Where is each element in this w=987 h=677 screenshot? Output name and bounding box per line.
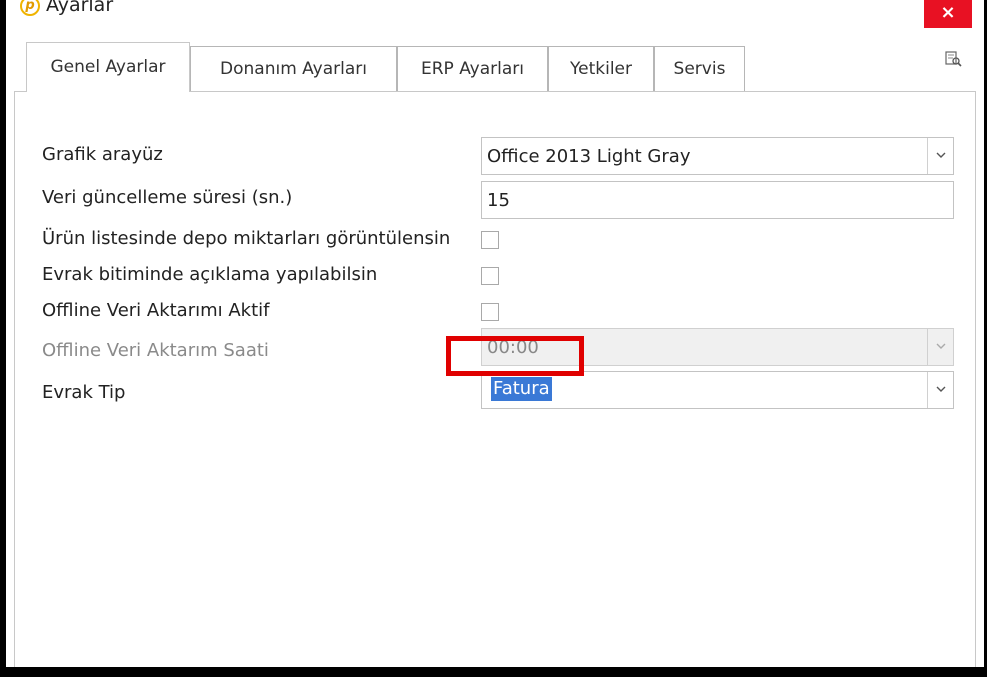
chevron-down-icon[interactable] bbox=[927, 372, 953, 408]
window-title: Ayarlar bbox=[46, 0, 114, 16]
settings-window: p Ayarlar × Genel Ayarlar Donanım Ayarla… bbox=[6, 0, 984, 667]
veri-guncelleme-label: Veri güncelleme süresi (sn.) bbox=[42, 187, 293, 208]
help-icon[interactable] bbox=[944, 50, 962, 68]
grafik-arayuz-select[interactable]: Office 2013 Light Gray bbox=[481, 137, 954, 175]
tab-genel-ayarlar[interactable]: Genel Ayarlar bbox=[26, 42, 190, 92]
grafik-arayuz-label: Grafik arayüz bbox=[42, 144, 163, 165]
urun-listesi-label: Ürün listesinde depo miktarları görüntül… bbox=[42, 228, 451, 249]
annotation-highlight-box bbox=[446, 336, 584, 376]
evrak-aciklama-label: Evrak bitiminde açıklama yapılabilsin bbox=[42, 264, 378, 285]
veri-guncelleme-input[interactable]: 15 bbox=[481, 181, 954, 219]
chevron-down-icon[interactable] bbox=[927, 138, 953, 174]
close-button[interactable]: × bbox=[924, 0, 972, 28]
evrak-tip-select[interactable]: Fatura bbox=[481, 371, 954, 409]
grafik-arayuz-value: Office 2013 Light Gray bbox=[487, 146, 691, 167]
tab-erp-ayarlari[interactable]: ERP Ayarları bbox=[397, 46, 548, 91]
evrak-tip-value: Fatura bbox=[491, 377, 552, 401]
tab-panel-genel: Grafik arayüz Office 2013 Light Gray Ver… bbox=[14, 91, 976, 667]
tab-servis[interactable]: Servis bbox=[654, 46, 745, 91]
tab-yetkiler[interactable]: Yetkiler bbox=[548, 46, 654, 91]
title-bar: p Ayarlar × bbox=[6, 0, 984, 32]
urun-listesi-checkbox[interactable] bbox=[481, 231, 499, 249]
chevron-down-icon bbox=[927, 329, 953, 365]
offline-aktif-checkbox[interactable] bbox=[481, 303, 499, 321]
app-logo-icon: p bbox=[20, 0, 40, 16]
evrak-aciklama-checkbox[interactable] bbox=[481, 267, 499, 285]
evrak-tip-label: Evrak Tip bbox=[42, 382, 126, 403]
offline-aktif-label: Offline Veri Aktarımı Aktif bbox=[42, 300, 270, 321]
veri-guncelleme-value: 15 bbox=[487, 190, 510, 211]
tab-donanim-ayarlari[interactable]: Donanım Ayarları bbox=[190, 46, 397, 91]
offline-saat-label: Offline Veri Aktarım Saati bbox=[42, 340, 269, 361]
